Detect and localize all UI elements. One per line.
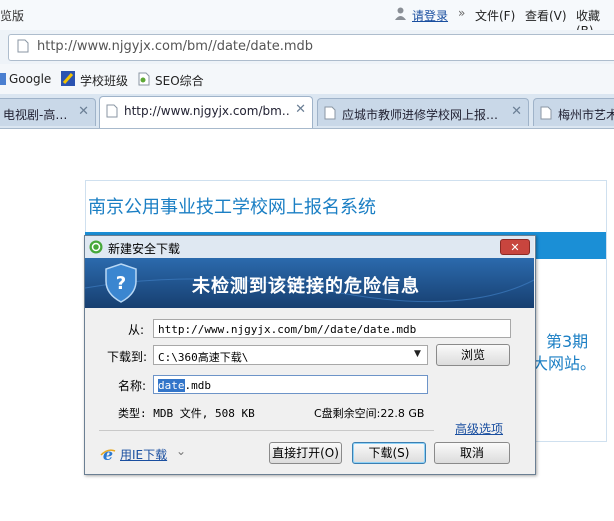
site-title: 南京公用事业技工学校网上报名系统 [88,197,376,218]
page-icon [106,104,118,118]
filename-extension: .mdb [184,379,212,392]
source-url-field[interactable]: http://www.njgyjx.com/bm//date/date.mdb [153,319,511,338]
tab-label: 应城市教师进修学校网上报… [342,108,499,122]
close-icon[interactable]: ✕ [511,104,522,119]
user-icon [395,7,406,20]
cancel-button[interactable]: 取消 [434,442,510,464]
open-directly-button[interactable]: 直接打开(O) [269,442,342,464]
tab-meizhou[interactable]: 梅州市艺术 [533,98,614,126]
menu-bar [0,0,614,31]
advanced-options-link[interactable]: 高级选项 [455,420,503,437]
filename-selection: date [158,379,185,392]
page-icon [17,39,29,53]
page-icon [540,106,552,120]
360-logo-icon [89,240,103,254]
url-text[interactable]: http://www.njgyjx.com/bm//date/date.mdb [37,39,313,54]
tab-current[interactable]: http://www.njgyjx.com/bm… ✕ [99,96,313,128]
app-title: 览版 [0,9,25,23]
more-chevron-icon[interactable]: » [458,6,465,20]
page-icon [324,106,336,120]
ie-download-link[interactable]: 用IE下载 [120,446,167,463]
filename-label: 名称: [118,379,147,393]
seo-page-icon [138,72,150,86]
file-type-info: 类型: MDB 文件, 508 KB [118,407,255,420]
free-space-info: C盘剩余空间:22.8 GB [314,407,425,420]
ie-icon: e [100,446,116,462]
login-link[interactable]: 请登录 [412,7,448,24]
dialog-title: 新建安全下载 [108,242,181,256]
from-label: 从: [128,323,145,337]
shield-icon: ? [105,263,137,303]
menu-file[interactable]: 文件(F) [475,7,515,24]
close-button[interactable]: ✕ [500,239,530,255]
fav-google[interactable]: Google [9,72,51,86]
save-path-select[interactable]: C:\360高速下载\ [153,345,428,365]
close-icon[interactable]: ✕ [295,102,306,117]
close-icon[interactable]: ✕ [78,104,89,119]
banner-message: 未检测到该链接的危险信息 [192,276,420,297]
chevron-down-icon[interactable]: ▼ [414,349,421,359]
divider [99,430,434,431]
svg-text:e: e [103,446,113,462]
tab-label: http://www.njgyjx.com/bm… [124,104,289,118]
fav-school-class[interactable]: 学校班级 [80,72,128,89]
svg-text:?: ? [116,273,126,294]
tab-label: 电视剧-高… [3,108,68,122]
google-icon [0,73,6,85]
menu-view[interactable]: 查看(V) [525,7,567,24]
tab-tv-series[interactable]: 电视剧-高… ✕ [0,98,96,126]
download-button[interactable]: 下载(S) [352,442,426,464]
filename-input[interactable]: date.mdb [153,375,428,394]
save-to-label: 下载到: [107,350,148,364]
fav-seo[interactable]: SEO综合 [155,72,204,89]
school-class-icon [61,71,75,86]
tab-label: 梅州市艺术 [558,108,614,122]
side-text: 大网站。 [532,354,597,373]
tab-yingcheng[interactable]: 应城市教师进修学校网上报… ✕ [317,98,529,126]
chevron-down-icon[interactable]: ⌄ [176,444,186,458]
side-text: 第3期 [546,332,589,351]
browse-button[interactable]: 浏览 [436,344,510,366]
